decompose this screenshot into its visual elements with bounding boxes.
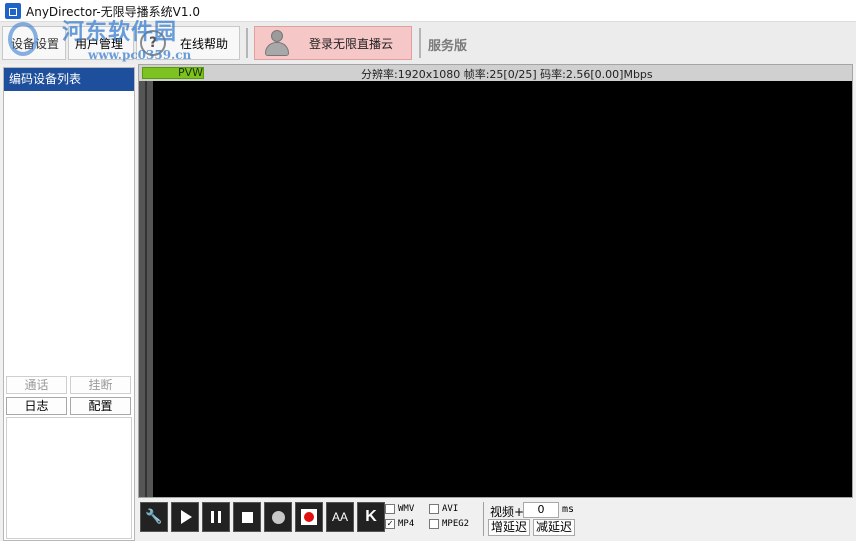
checkbox-box [385,504,395,514]
format-mp4-checkbox[interactable]: ✓ MP4 [385,519,414,529]
preview-panel: PVW 分辨率:1920x1080 帧率:25[0/25] 码率:2.56[0.… [138,64,853,498]
toolbar-divider [246,28,248,58]
pause-button[interactable] [202,502,230,532]
pause-icon [211,511,221,523]
record-circle-icon [271,510,285,524]
pvw-badge: PVW [142,67,204,79]
hang-up-button[interactable]: 挂断 [70,376,131,394]
device-settings-button[interactable]: 设备设置 [2,26,66,60]
keying-button[interactable]: K [357,502,385,532]
format-mp4-label: MP4 [398,519,415,529]
user-management-button[interactable]: 用户管理 [68,26,134,60]
stop-icon [241,511,253,523]
font-size-button[interactable]: AA [326,502,354,532]
online-help-button[interactable]: ? 在线帮助 [136,26,240,60]
app-camera-icon [5,3,21,19]
preview-info-bar: PVW 分辨率:1920x1080 帧率:25[0/25] 码率:2.56[0.… [139,65,852,81]
decrease-delay-button[interactable]: 减延迟 [533,519,575,536]
record-active-button[interactable] [295,502,323,532]
wrench-icon: 🔧 [145,509,163,525]
record-red-icon [301,509,317,525]
controls-divider [483,502,484,536]
ms-unit-label: ms [562,504,575,515]
preview-side-strip [139,81,153,497]
format-mpeg2-checkbox[interactable]: MPEG2 [429,519,469,529]
main-toolbar: 设备设置 用户管理 ? 在线帮助 登录无限直播云 服务版 [0,22,856,64]
user-avatar-icon [263,28,291,58]
device-list-header: 编码设备列表 [4,68,134,91]
checkbox-box [429,504,439,514]
device-settings-label: 设备设置 [11,36,60,51]
toolbar-divider [419,28,421,58]
window-title: AnyDirector-无限导播系统V1.0 [26,5,200,19]
checkbox-checked: ✓ [385,519,395,529]
font-size-icon: AA [331,510,348,524]
video-delay-label: 视频+ [490,505,525,519]
stream-stats: 分辨率:1920x1080 帧率:25[0/25] 码率:2.56[0.00]M… [361,68,653,81]
config-button[interactable]: 配置 [70,397,131,415]
help-icon: ? [140,30,166,56]
settings-button[interactable]: 🔧 [140,502,168,532]
title-bar: AnyDirector-无限导播系统V1.0 [0,0,856,22]
play-button[interactable] [171,502,199,532]
edition-label: 服务版 [428,39,468,54]
stop-button[interactable] [233,502,261,532]
increase-delay-button[interactable]: 增延迟 [488,519,530,536]
record-button[interactable] [264,502,292,532]
pvw-label: PVW [178,66,204,79]
log-button[interactable]: 日志 [6,397,67,415]
user-management-label: 用户管理 [75,36,124,51]
checkbox-box [429,519,439,529]
format-mpeg2-label: MPEG2 [442,519,470,529]
playback-controls: 🔧 AA K WMV ✓ MP4 AVI MPEG2 视频+ 0 ms 增延迟 … [138,500,856,541]
call-button[interactable]: 通话 [6,376,67,394]
encoder-device-panel: 编码设备列表 通话 挂断 日志 配置 [3,67,135,541]
format-wmv-label: WMV [398,504,415,514]
format-avi-label: AVI [442,504,459,514]
format-wmv-checkbox[interactable]: WMV [385,504,414,514]
play-icon [181,510,192,524]
format-avi-checkbox[interactable]: AVI [429,504,458,514]
preview-video[interactable] [153,81,852,497]
log-output-area[interactable] [6,417,132,539]
login-cloud-button[interactable]: 登录无限直播云 [254,26,412,60]
login-cloud-label: 登录无限直播云 [309,36,394,51]
delay-input[interactable]: 0 [523,502,559,518]
k-icon: K [365,508,377,525]
online-help-label: 在线帮助 [180,36,229,51]
